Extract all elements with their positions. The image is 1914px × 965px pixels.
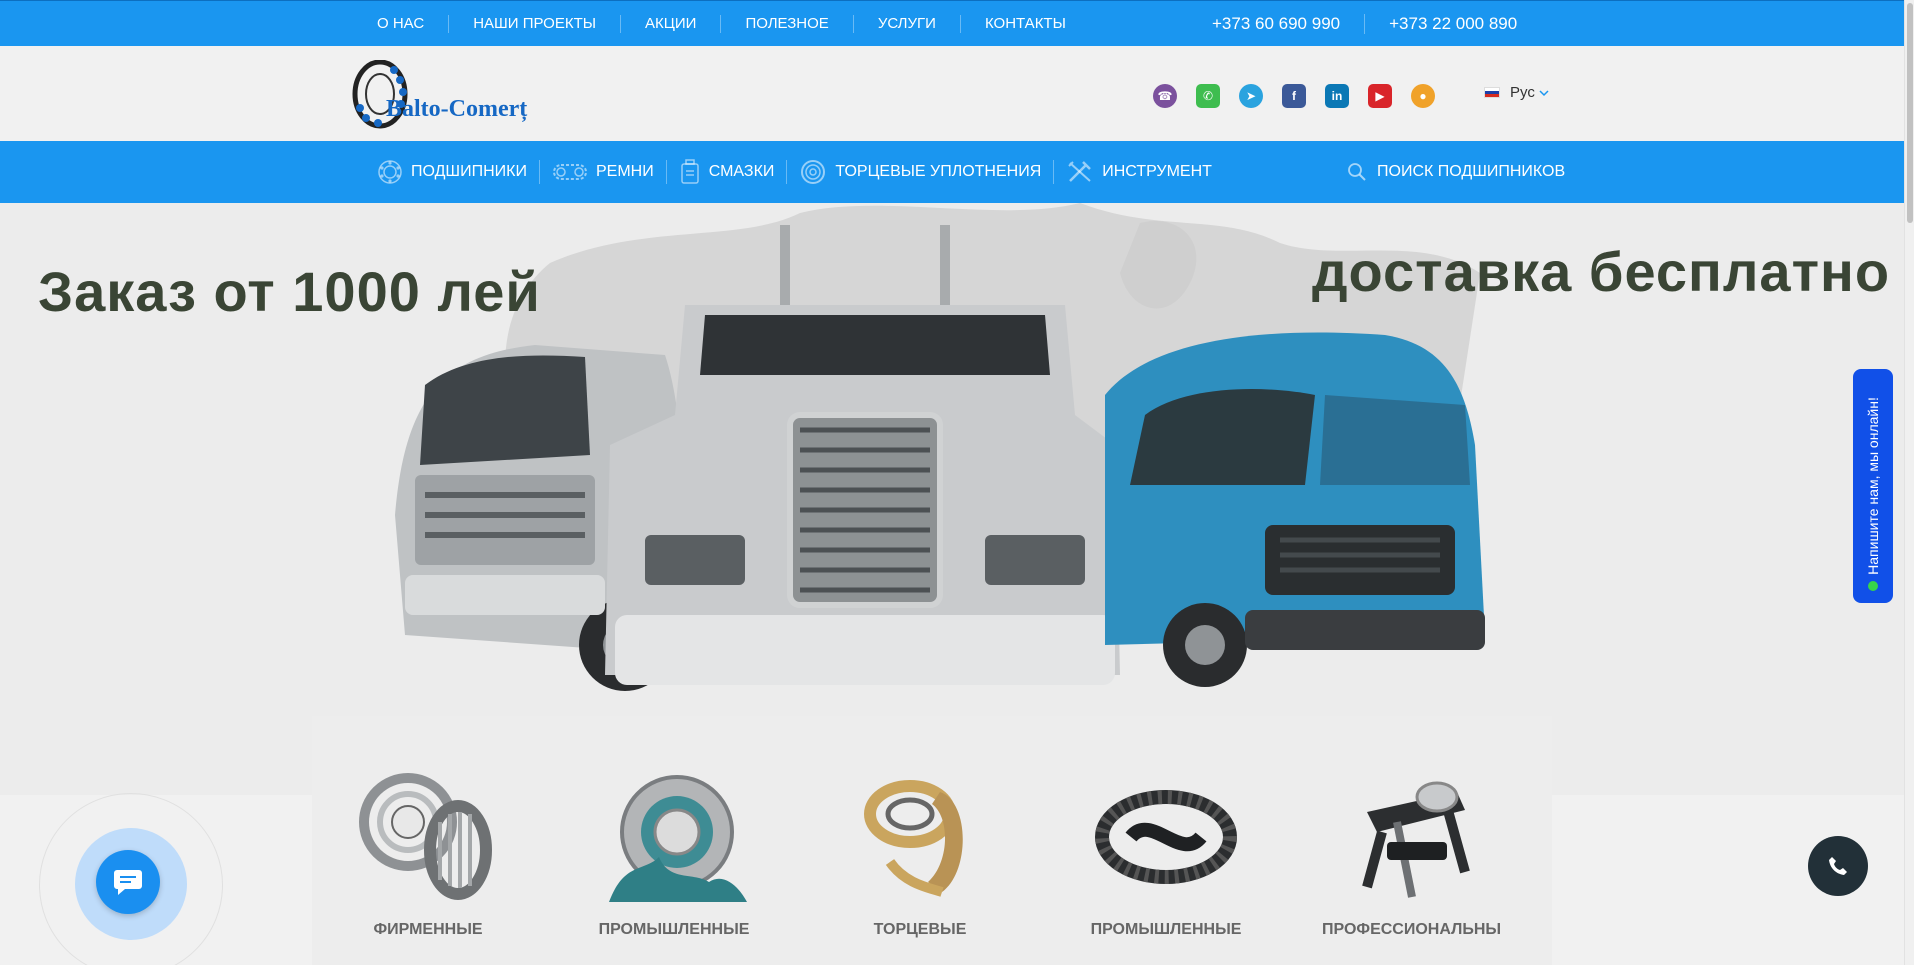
hero-banner[interactable]: Заказ от 1000 лей доставка бесплатно [0,203,1904,795]
online-status-dot [1868,581,1878,591]
category-lubricants[interactable]: СМАЗКИ [667,159,788,184]
nav-contacts[interactable]: КОНТАКТЫ [961,15,1090,33]
bearing-search-label: ПОИСК ПОДШИПНИКОВ [1377,163,1566,180]
category-list: ПОДШИПНИКИ РЕМНИ СМАЗКИ ТОРЦЕВЫЕ УПЛОТНЕ… [365,141,1224,203]
nav-about[interactable]: О НАС [366,15,450,33]
logo[interactable]: Balto-Comerț [350,59,550,130]
logo-text: Balto-Comerț [386,96,528,122]
russian-flag-icon [1484,87,1500,98]
card-label: ПРОФЕССИОНАЛЬНЫЙ ИНСТРУМЕНТ [1322,921,1502,938]
header: Balto-Comerț ☎ ✆ ➤ f in ▶ ● Рус [0,46,1904,141]
category-label: РЕМНИ [595,163,654,180]
lubricant-icon [680,159,699,184]
puller-product-icon [1362,781,1470,898]
bearing-icon [378,160,402,184]
nav-services[interactable]: УСЛУГИ [854,15,961,33]
phone-link-landline[interactable]: +373 22 000 890 [1365,14,1541,34]
belt-icon [552,164,587,180]
scrollbar-thumb[interactable] [1907,3,1913,223]
social-links: ☎ ✆ ➤ f in ▶ ● [1153,84,1435,108]
category-label: ИНСТРУМЕНТ [1102,163,1212,180]
chat-bird-icon[interactable]: ● [1411,84,1435,108]
category-bearings[interactable]: ПОДШИПНИКИ [365,160,540,184]
linkedin-icon[interactable]: in [1325,84,1349,108]
nav-useful[interactable]: ПОЛЕЗНОЕ [721,15,854,33]
online-chat-tab[interactable]: Напишите нам, мы онлайн! [1853,369,1893,603]
seal-icon [801,160,826,184]
category-seals[interactable]: ТОРЦЕВЫЕ УПЛОТНЕНИЯ [787,160,1055,184]
card-label: ФИРМЕННЫЕ ПОДШИПНИКИ [373,921,483,938]
language-label: Рус [1510,84,1535,101]
seal-product-icon [864,780,963,897]
grease-product-icon [609,775,747,902]
category-label: ТОРЦЕВЫЕ УПЛОТНЕНИЯ [835,163,1042,180]
card-branded-bearings[interactable]: ФИРМЕННЫЕ ПОДШИПНИКИ [338,762,518,941]
card-professional-tools[interactable]: ПРОФЕССИОНАЛЬНЫЙ ИНСТРУМЕНТ [1322,762,1502,941]
product-categories: ФИРМЕННЫЕ ПОДШИПНИКИ ПРОМЫШЛЕННЫЕ СМАЗКИ… [312,716,1552,965]
phone-icon [1829,857,1847,875]
top-navigation: О НАС НАШИ ПРОЕКТЫ АКЦИИ ПОЛЕЗНОЕ УСЛУГИ… [366,1,1090,47]
card-industrial-belts[interactable]: ПРОМЫШЛЕННЫЕ РЕМНИ [1076,762,1256,941]
online-chat-label: Напишите нам, мы онлайн! [1865,397,1881,575]
viber-icon[interactable]: ☎ [1153,84,1177,108]
category-label: СМАЗКИ [708,163,775,180]
card-label: ТОРЦЕВЫЕ УПЛОТНЕНИЯ [873,921,967,938]
card-industrial-lubricants[interactable]: ПРОМЫШЛЕННЫЕ СМАЗКИ [584,762,764,941]
telegram-icon[interactable]: ➤ [1239,84,1263,108]
language-selector[interactable]: Рус [1484,84,1549,101]
card-mechanical-seals[interactable]: ТОРЦЕВЫЕ УПЛОТНЕНИЯ [830,762,1010,941]
facebook-icon[interactable]: f [1282,84,1306,108]
bearing-search-link[interactable]: ПОИСК ПОДШИПНИКОВ [1347,141,1565,203]
category-navigation: ПОДШИПНИКИ РЕМНИ СМАЗКИ ТОРЦЕВЫЕ УПЛОТНЕ… [0,141,1904,203]
category-tools[interactable]: ИНСТРУМЕНТ [1054,160,1224,184]
trucks-image [395,225,1485,691]
chevron-down-icon [1539,89,1549,96]
category-label: ПОДШИПНИКИ [411,163,527,180]
card-label: ПРОМЫШЛЕННЫЕ РЕМНИ [1090,921,1242,938]
youtube-icon[interactable]: ▶ [1368,84,1392,108]
phone-numbers: +373 60 690 990 +373 22 000 890 [1212,1,1541,47]
chat-button[interactable] [96,850,160,914]
nav-projects[interactable]: НАШИ ПРОЕКТЫ [449,15,622,33]
nav-promotions[interactable]: АКЦИИ [621,15,722,33]
scrollbar[interactable] [1904,0,1914,965]
search-icon [1348,163,1366,181]
top-bar: О НАС НАШИ ПРОЕКТЫ АКЦИИ ПОЛЕЗНОЕ УСЛУГИ… [0,0,1904,46]
category-belts[interactable]: РЕМНИ [540,160,667,184]
card-label: ПРОМЫШЛЕННЫЕ СМАЗКИ [598,921,750,938]
belt-product-icon [1095,790,1237,884]
whatsapp-icon[interactable]: ✆ [1196,84,1220,108]
chat-bubble-icon [114,870,142,895]
tools-icon [1068,161,1092,182]
phone-link-mobile[interactable]: +373 60 690 990 [1212,14,1366,34]
bearings-product-icon [359,773,492,900]
call-button[interactable] [1808,836,1868,896]
